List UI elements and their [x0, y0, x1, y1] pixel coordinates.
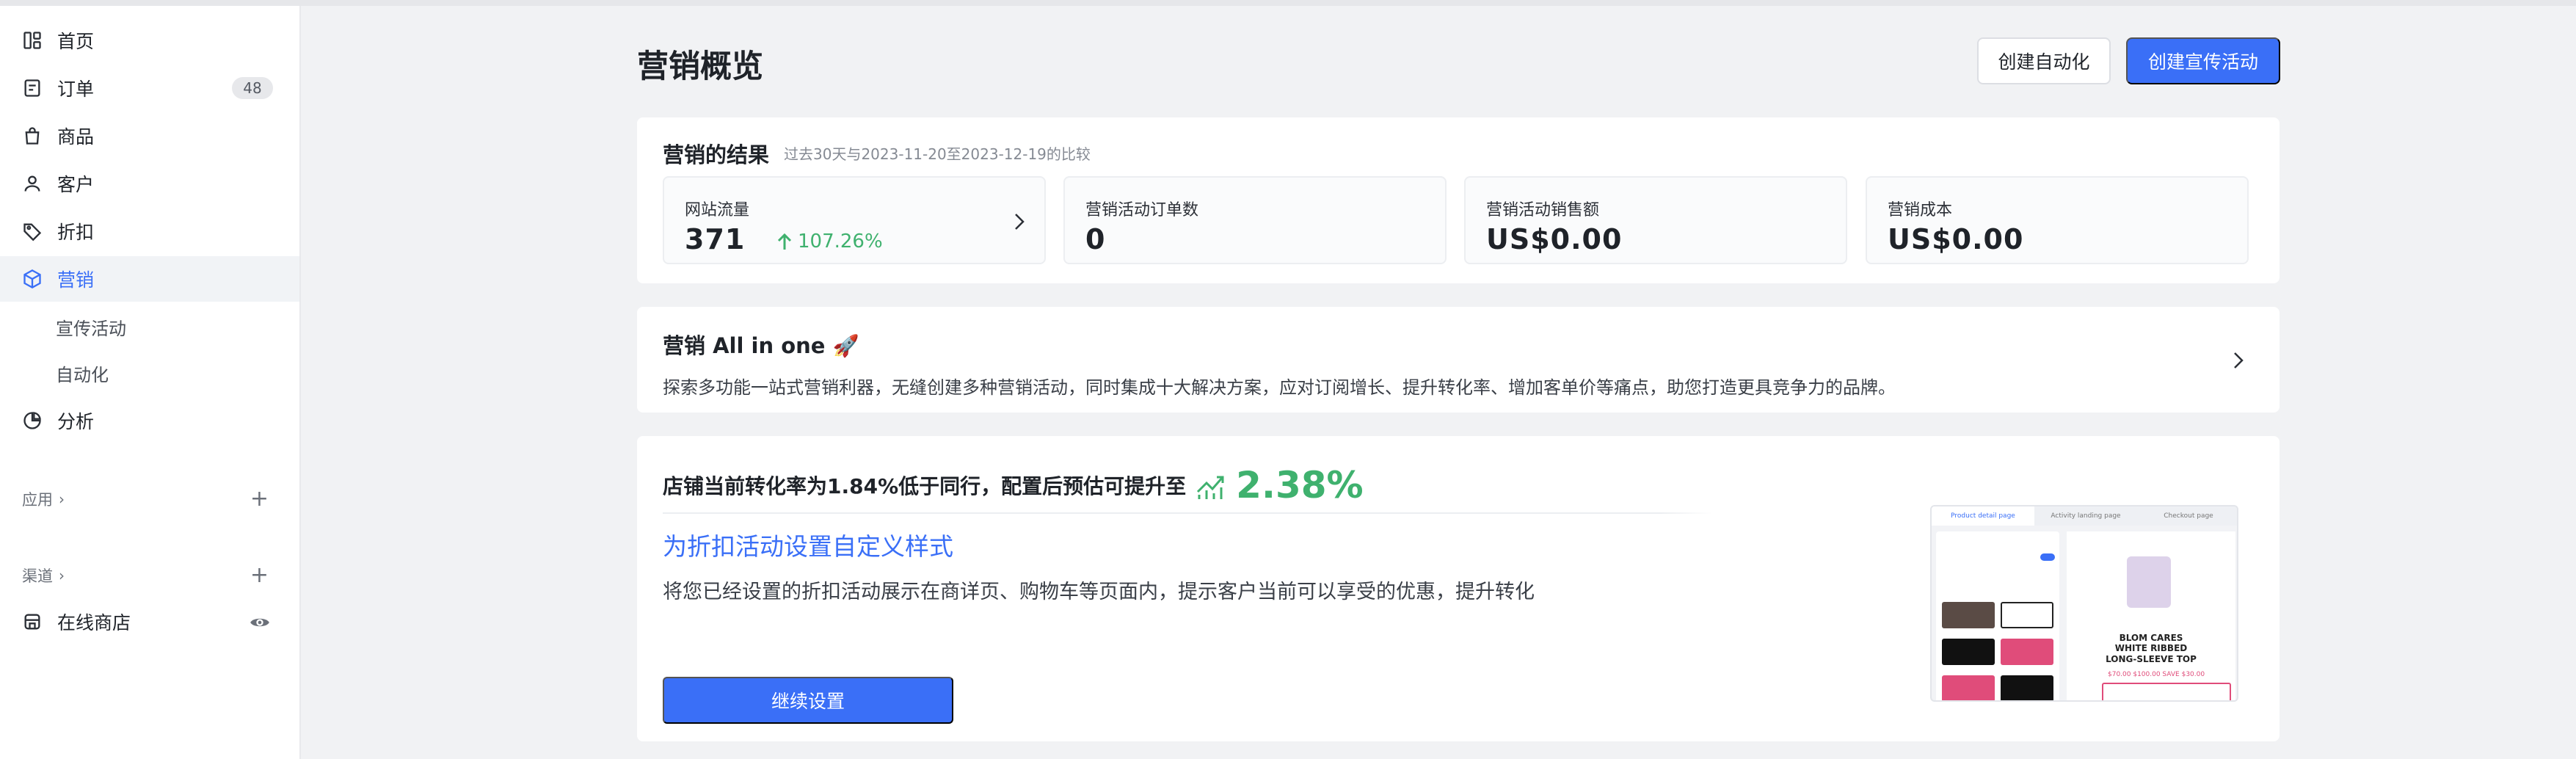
discount-tag-icon — [22, 221, 43, 242]
preview-tab: Product detail page — [1932, 506, 2034, 526]
sidebar-item-products[interactable]: 商品 — [0, 113, 299, 159]
preview-swatch — [2001, 675, 2053, 700]
preview-discount-banner — [2102, 683, 2231, 700]
chevron-right-icon[interactable] — [2231, 349, 2246, 371]
sidebar-item-label: 订单 — [57, 79, 95, 100]
conversion-suggestion-card: 店铺当前转化率为1.84%低于同行，配置后预估可提升至 2.38% 为折扣活动设… — [637, 436, 2280, 741]
sidebar-item-label: 折扣 — [57, 222, 95, 243]
promo-title: 为折扣活动设置自定义样式 — [663, 532, 953, 561]
create-automation-button[interactable]: 创建自动化 — [1977, 37, 2111, 84]
preview-swatch — [1942, 602, 1995, 628]
preview-product-price: $70.00 $100.00 SAVE $30.00 — [2108, 671, 2205, 678]
sidebar-item-analytics[interactable]: 分析 — [0, 398, 299, 443]
chevron-right-icon — [1015, 214, 1025, 230]
sidebar-item-label: 营销 — [57, 269, 95, 291]
sidebar-item-label: 首页 — [57, 31, 95, 52]
preview-product-page: BLOM CARES WHITE RIBBED LONG-SLEEVE TOP … — [2067, 531, 2235, 700]
metric-marketing-cost: 营销成本 US$0.00 — [1866, 176, 2249, 264]
create-campaign-button[interactable]: 创建宣传活动 — [2126, 37, 2280, 84]
page-title: 营销概览 — [637, 48, 763, 85]
sidebar-item-customers[interactable]: 客户 — [0, 161, 299, 206]
sidebar-item-home[interactable]: 首页 — [0, 18, 299, 63]
metric-label: 营销活动销售额 — [1486, 201, 1600, 219]
sidebar-item-label: 在线商店 — [57, 612, 131, 633]
results-title: 营销的结果 — [663, 142, 770, 167]
conversion-target-pct: 2.38% — [1236, 464, 1364, 506]
sidebar-item-online-store[interactable]: 在线商店 — [0, 599, 299, 644]
discount-style-preview-image: Product detail page Activity landing pag… — [1930, 505, 2238, 702]
marketing-results-card: 营销的结果 过去30天与2023-11-20至2023-12-19的比较 网站流… — [637, 117, 2280, 283]
conversion-text: 店铺当前转化率为1.84%低于同行，配置后预估可提升至 — [663, 474, 1187, 498]
preview-swatch — [1942, 675, 1995, 700]
metric-campaign-sales: 营销活动销售额 US$0.00 — [1464, 176, 1847, 264]
metric-website-traffic[interactable]: 网站流量 371 107.26% — [663, 176, 1046, 264]
metric-value: 0 — [1085, 223, 1106, 255]
conversion-headline: 店铺当前转化率为1.84%低于同行，配置后预估可提升至 2.38% — [663, 464, 1364, 506]
order-icon — [22, 78, 43, 98]
sidebar-subitem-automation[interactable]: 自动化 — [0, 350, 299, 396]
product-bag-icon — [22, 126, 43, 146]
metric-value: 371 — [685, 223, 746, 255]
metric-delta: 107.26% — [776, 230, 883, 253]
allinone-title: 营销 All in one 🚀 — [663, 333, 859, 358]
sidebar-item-label: 宣传活动 — [56, 318, 126, 339]
preview-swatch — [1942, 639, 1995, 665]
preview-settings-panel — [1936, 531, 2059, 700]
metric-delta-value: 107.26% — [798, 230, 883, 253]
channels-section-header[interactable]: 渠道 › + — [0, 561, 299, 590]
metric-label: 营销活动订单数 — [1085, 201, 1199, 219]
metric-value: US$0.00 — [1486, 223, 1623, 255]
preview-tabs: Product detail page Activity landing pag… — [1932, 506, 2237, 526]
sidebar-item-label: 客户 — [57, 174, 95, 195]
divider — [663, 512, 1712, 514]
preview-swatch — [2001, 639, 2053, 665]
promo-description: 将您已经设置的折扣活动展示在商详页、购物车等页面内，提示客户当前可以享受的优惠，… — [663, 581, 1535, 603]
customer-icon — [22, 173, 43, 194]
sidebar-subitem-campaigns[interactable]: 宣传活动 — [0, 304, 299, 349]
metric-value: US$0.00 — [1888, 223, 2024, 255]
trend-up-icon — [1197, 476, 1224, 499]
add-app-plus-icon[interactable]: + — [250, 488, 269, 510]
sidebar-item-label: 自动化 — [56, 364, 109, 385]
add-channel-plus-icon[interactable]: + — [250, 564, 269, 586]
allinone-description: 探索多功能一站式营销利器，无缝创建多种营销活动，同时集成十大解决方案，应对订阅增… — [663, 377, 1896, 398]
sidebar: 首页 订单 48 商品 客户 折扣 营销 宣传活动 自动化 分析 应用 › + … — [0, 6, 301, 759]
apps-section-header[interactable]: 应用 › + — [0, 484, 299, 514]
eye-icon[interactable] — [250, 612, 270, 633]
preview-tab: Activity landing page — [2051, 512, 2121, 520]
preview-swatch — [2001, 602, 2053, 628]
preview-product-title: BLOM CARES WHITE RIBBED LONG-SLEEVE TOP — [2106, 633, 2197, 664]
sidebar-item-marketing[interactable]: 营销 — [0, 256, 299, 302]
sidebar-item-orders[interactable]: 订单 48 — [0, 65, 299, 111]
dashboard-icon — [22, 30, 43, 51]
sidebar-item-label: 分析 — [57, 411, 95, 432]
sidebar-item-discounts[interactable]: 折扣 — [0, 208, 299, 254]
top-border — [0, 0, 2576, 6]
results-subtitle: 过去30天与2023-11-20至2023-12-19的比较 — [784, 145, 1091, 163]
preview-tab: Checkout page — [2164, 512, 2213, 520]
channels-section-label: 渠道 — [22, 567, 53, 585]
apps-section-label: 应用 — [22, 491, 53, 509]
metric-label: 网站流量 — [685, 201, 750, 219]
metric-campaign-orders: 营销活动订单数 0 — [1063, 176, 1447, 264]
marketing-cube-icon — [22, 269, 43, 289]
chevron-right-icon: › — [59, 490, 65, 508]
order-count-badge: 48 — [232, 77, 273, 99]
analytics-pie-icon — [22, 410, 43, 431]
store-icon — [22, 611, 43, 632]
metric-label: 营销成本 — [1888, 201, 1953, 219]
preview-product-photo — [2127, 556, 2171, 608]
preview-toggle — [2040, 553, 2055, 561]
arrow-up-icon — [777, 233, 792, 250]
continue-setup-button[interactable]: 继续设置 — [663, 677, 953, 724]
marketing-allinone-card[interactable]: 营销 All in one 🚀 探索多功能一站式营销利器，无缝创建多种营销活动，… — [637, 307, 2280, 413]
chevron-right-icon: › — [59, 567, 65, 584]
sidebar-item-label: 商品 — [57, 126, 95, 148]
